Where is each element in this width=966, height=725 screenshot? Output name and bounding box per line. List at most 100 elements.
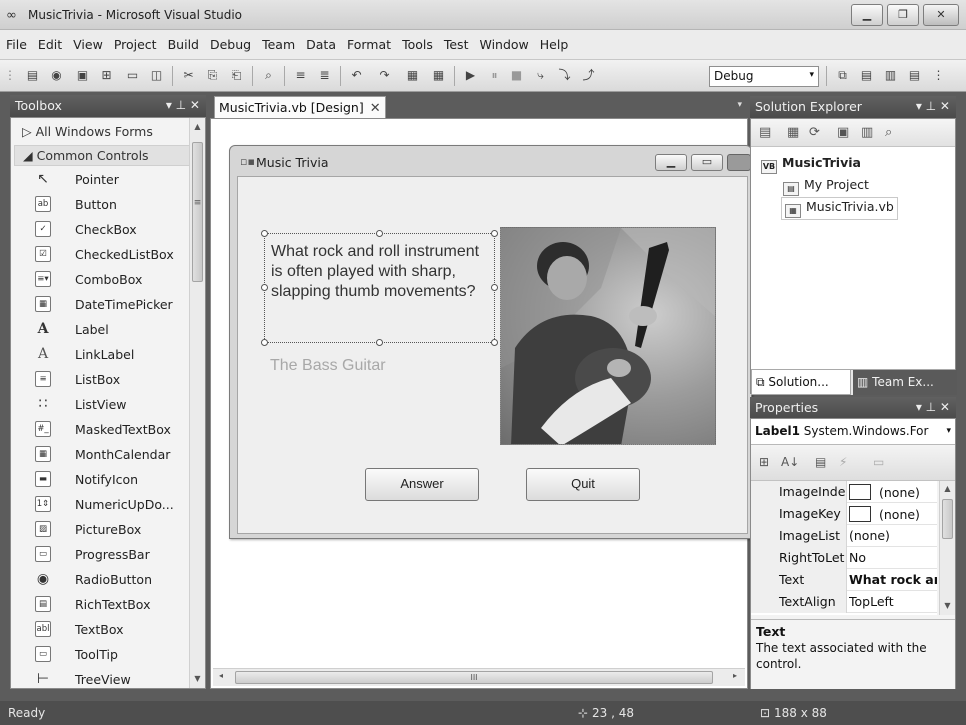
copy-icon[interactable]: ⎘: [204, 67, 221, 84]
toolbox-item-maskedtextbox[interactable]: #_ MaskedTextBox: [11, 417, 201, 442]
open-file-icon[interactable]: ▣: [74, 67, 91, 84]
properties-icon[interactable]: ▤: [759, 125, 771, 140]
scroll-down-icon[interactable]: ▼: [940, 601, 955, 610]
toolbox-item-listbox[interactable]: ≡ ListBox: [11, 367, 201, 392]
menu-window[interactable]: Window: [473, 30, 533, 52]
designed-form[interactable]: ▫▪ Music Trivia ▁ ▭ What rock and roll i…: [229, 145, 752, 539]
close-button[interactable]: ✕: [923, 4, 959, 26]
start-debugging-icon[interactable]: ▶: [462, 67, 479, 84]
resize-handle[interactable]: [376, 339, 383, 346]
indent-icon[interactable]: ≡: [292, 67, 309, 84]
designer-scroll-thumb[interactable]: III: [235, 671, 713, 684]
save-all-icon[interactable]: ◫: [148, 67, 165, 84]
menu-view[interactable]: View: [67, 30, 108, 52]
menu-project[interactable]: Project: [108, 30, 162, 52]
property-row[interactable]: RightToLet No: [751, 547, 937, 569]
new-project-icon[interactable]: ▤: [24, 67, 41, 84]
properties-scrollbar[interactable]: ▲ ▼: [939, 481, 955, 615]
cut-icon[interactable]: ✂: [180, 67, 197, 84]
menu-edit[interactable]: Edit: [32, 30, 67, 52]
resize-handle[interactable]: [261, 339, 268, 346]
menu-tools[interactable]: Tools: [396, 30, 438, 52]
minimize-button[interactable]: ▁: [851, 4, 883, 26]
pause-icon[interactable]: ⏸: [486, 67, 503, 84]
navigate-backward-icon[interactable]: ▦: [404, 67, 421, 84]
resize-handle[interactable]: [261, 230, 268, 237]
properties-view-icon[interactable]: ▤: [815, 455, 826, 469]
toolbox-item-notifyicon[interactable]: ▬ NotifyIcon: [11, 467, 201, 492]
outdent-icon[interactable]: ≣: [316, 67, 333, 84]
toolbox-group-all-windows-forms[interactable]: ▷ All Windows Forms: [14, 122, 153, 143]
toolbox-item-progressbar[interactable]: ▭ ProgressBar: [11, 542, 201, 567]
tree-item-project[interactable]: VB MusicTrivia: [761, 155, 861, 174]
stop-icon[interactable]: ■: [508, 67, 525, 84]
designer-horizontal-scrollbar[interactable]: ◂ III ▸: [213, 668, 745, 686]
toolbox-item-treeview[interactable]: ⊢ TreeView: [11, 667, 201, 692]
menu-debug[interactable]: Debug: [204, 30, 256, 52]
scroll-left-icon[interactable]: ◂: [219, 671, 223, 680]
step-over-icon[interactable]: ⤷: [532, 67, 549, 84]
toolbox-item-tooltip[interactable]: ▭ ToolTip: [11, 642, 201, 667]
quit-button[interactable]: Quit: [526, 468, 640, 501]
property-row-text[interactable]: Text What rock ar: [751, 569, 937, 591]
solution-configuration-combo[interactable]: Debug ▾: [709, 66, 819, 87]
close-tab-icon[interactable]: ✕: [370, 101, 381, 116]
property-row[interactable]: ImageInde (none): [751, 481, 937, 503]
toolbox-item-checkbox[interactable]: ✓ CheckBox: [11, 217, 201, 242]
answer-button[interactable]: Answer: [365, 468, 479, 501]
tree-item-musictrivia-vb[interactable]: ▦ MusicTrivia.vb: [781, 197, 898, 220]
view-designer-icon[interactable]: ▥: [861, 125, 873, 140]
solution-explorer-icon[interactable]: ⧉: [834, 67, 851, 84]
toolbox-group-common-controls[interactable]: ◢ Common Controls: [14, 145, 192, 166]
property-pages-icon[interactable]: ▭: [873, 455, 884, 469]
object-selector[interactable]: Label1 System.Windows.For ▾: [751, 419, 955, 445]
scroll-up-icon[interactable]: ▲: [190, 122, 205, 131]
maximize-button[interactable]: ❐: [887, 4, 919, 26]
resize-handle[interactable]: [491, 284, 498, 291]
find-icon[interactable]: ⌕: [260, 67, 277, 84]
picture-box-bass-player[interactable]: [500, 227, 716, 445]
menu-team[interactable]: Team: [256, 30, 300, 52]
menu-data[interactable]: Data: [300, 30, 341, 52]
properties-scroll-thumb[interactable]: [942, 499, 953, 539]
properties-window-icon[interactable]: ▤: [858, 67, 875, 84]
toolbox-item-picturebox[interactable]: ▨ PictureBox: [11, 517, 201, 542]
resize-handle[interactable]: [491, 339, 498, 346]
toolbox-item-button[interactable]: ab Button: [11, 192, 201, 217]
toolbox-item-combobox[interactable]: ≡▾ ComboBox: [11, 267, 201, 292]
toolbox-item-textbox[interactable]: abl TextBox: [11, 617, 201, 642]
class-diagram-icon[interactable]: ⌕: [885, 125, 892, 140]
toolbox-item-pointer[interactable]: ↖ Pointer: [11, 167, 201, 192]
resize-handle[interactable]: [376, 230, 383, 237]
toolbox-item-listview[interactable]: ∷ ListView: [11, 392, 201, 417]
resize-handle[interactable]: [261, 284, 268, 291]
tab-solution-explorer[interactable]: ⧉ Solution...: [751, 370, 851, 395]
panel-pin-icon[interactable]: ▾ ⊥ ✕: [916, 400, 950, 414]
scroll-right-icon[interactable]: ▸: [733, 671, 737, 680]
question-label[interactable]: What rock and roll instrument is often p…: [264, 233, 495, 343]
toolbar-overflow-icon[interactable]: ⋮: [930, 67, 947, 84]
tab-team-explorer[interactable]: ▥ Team Ex...: [853, 370, 957, 395]
toolbox-item-datetimepicker[interactable]: ▦ DateTimePicker: [11, 292, 201, 317]
show-all-files-icon[interactable]: ▦: [787, 125, 799, 140]
resize-handle[interactable]: [491, 230, 498, 237]
step-into-icon[interactable]: ⤵: [556, 67, 573, 84]
step-out-icon[interactable]: ⤴: [580, 67, 597, 84]
redo-icon[interactable]: ↷: [376, 67, 393, 84]
save-icon[interactable]: ▭: [124, 67, 141, 84]
object-browser-icon[interactable]: ▥: [882, 67, 899, 84]
toolbox-window-icon[interactable]: ▤: [906, 67, 923, 84]
scroll-up-icon[interactable]: ▲: [940, 484, 955, 493]
tree-item-my-project[interactable]: ▤ My Project: [783, 177, 869, 196]
property-row[interactable]: ImageKey (none): [751, 503, 937, 525]
toolbox-item-numericupdown[interactable]: 1⇕ NumericUpDo...: [11, 492, 201, 517]
property-row[interactable]: TextAlign TopLeft: [751, 591, 937, 613]
paste-icon[interactable]: ⎗: [228, 67, 245, 84]
toolbox-item-radiobutton[interactable]: ◉ RadioButton: [11, 567, 201, 592]
toolbox-item-monthcalendar[interactable]: ▦ MonthCalendar: [11, 442, 201, 467]
panel-pin-icon[interactable]: ▾ ⊥ ✕: [916, 99, 950, 113]
tab-list-dropdown-icon[interactable]: ▾: [737, 100, 742, 110]
alphabetical-icon[interactable]: A↓: [781, 455, 799, 469]
view-code-icon[interactable]: ▣: [837, 125, 849, 140]
toolbox-item-richtextbox[interactable]: ▤ RichTextBox: [11, 592, 201, 617]
